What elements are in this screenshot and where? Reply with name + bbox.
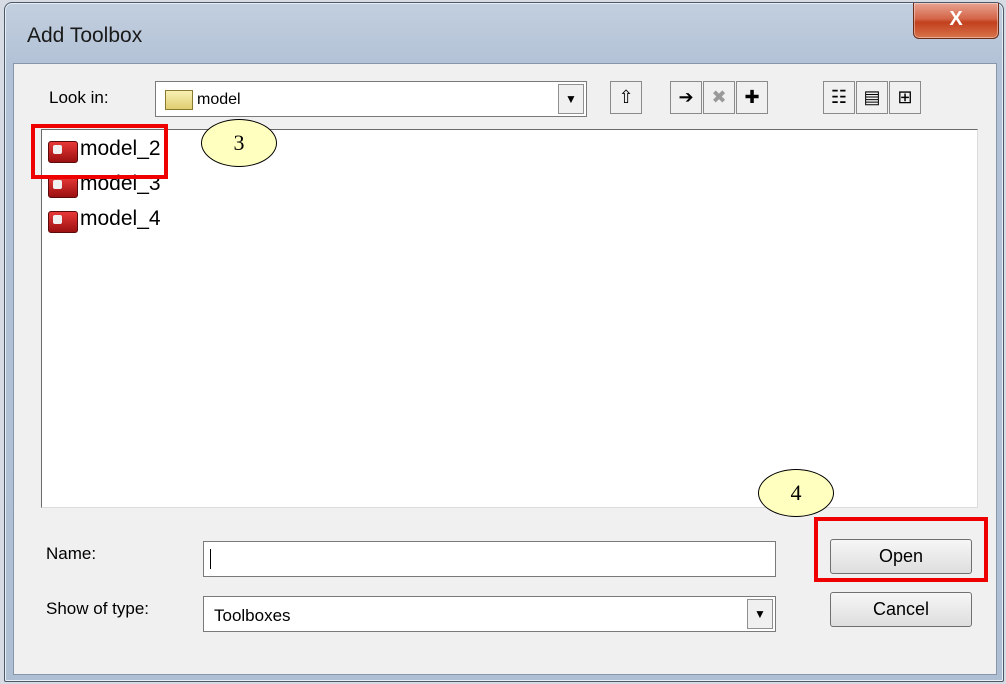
close-button[interactable]: X — [913, 3, 999, 39]
toolbox-icon — [48, 211, 78, 233]
chevron-down-icon[interactable]: ▼ — [558, 84, 584, 114]
up-one-level-button[interactable]: ⇧ — [610, 81, 642, 114]
chevron-down-icon[interactable]: ▼ — [747, 599, 773, 629]
highlight-box-model2 — [31, 124, 168, 179]
file-type-dropdown[interactable]: Toolboxes ▼ — [203, 596, 776, 632]
add-toolbox-dialog: Add Toolbox X Look in: model ▼ ⇧ ➔ ✖ ✚ ☷… — [4, 2, 1004, 682]
step-3-callout: 3 — [201, 119, 277, 167]
file-type-value: Toolboxes — [214, 606, 291, 625]
look-in-label: Look in: — [49, 88, 109, 107]
name-field[interactable] — [203, 541, 776, 577]
look-in-value: model — [197, 91, 241, 108]
highlight-box-open — [814, 517, 988, 582]
connect-folder-button[interactable]: ➔ — [670, 81, 702, 114]
new-folder-button[interactable]: ✚ — [736, 81, 768, 114]
toolbox-icon — [48, 176, 78, 198]
thumbnails-view-button[interactable]: ⊞ — [889, 81, 921, 114]
look-in-dropdown[interactable]: model ▼ — [155, 81, 587, 117]
details-view-button[interactable]: ▤ — [856, 81, 888, 114]
disconnect-folder-button[interactable]: ✖ — [703, 81, 735, 114]
show-of-type-label: Show of type: — [46, 599, 150, 618]
step-4-callout: 4 — [758, 469, 834, 517]
cancel-button[interactable]: Cancel — [830, 592, 972, 627]
file-name: model_4 — [80, 207, 161, 230]
name-label: Name: — [46, 544, 97, 563]
list-view-button[interactable]: ☷ — [823, 81, 855, 114]
folder-icon — [165, 90, 193, 110]
file-list[interactable]: model_2 model_3 model_4 — [41, 129, 978, 508]
dialog-title: Add Toolbox — [27, 24, 143, 47]
text-caret — [210, 549, 211, 569]
